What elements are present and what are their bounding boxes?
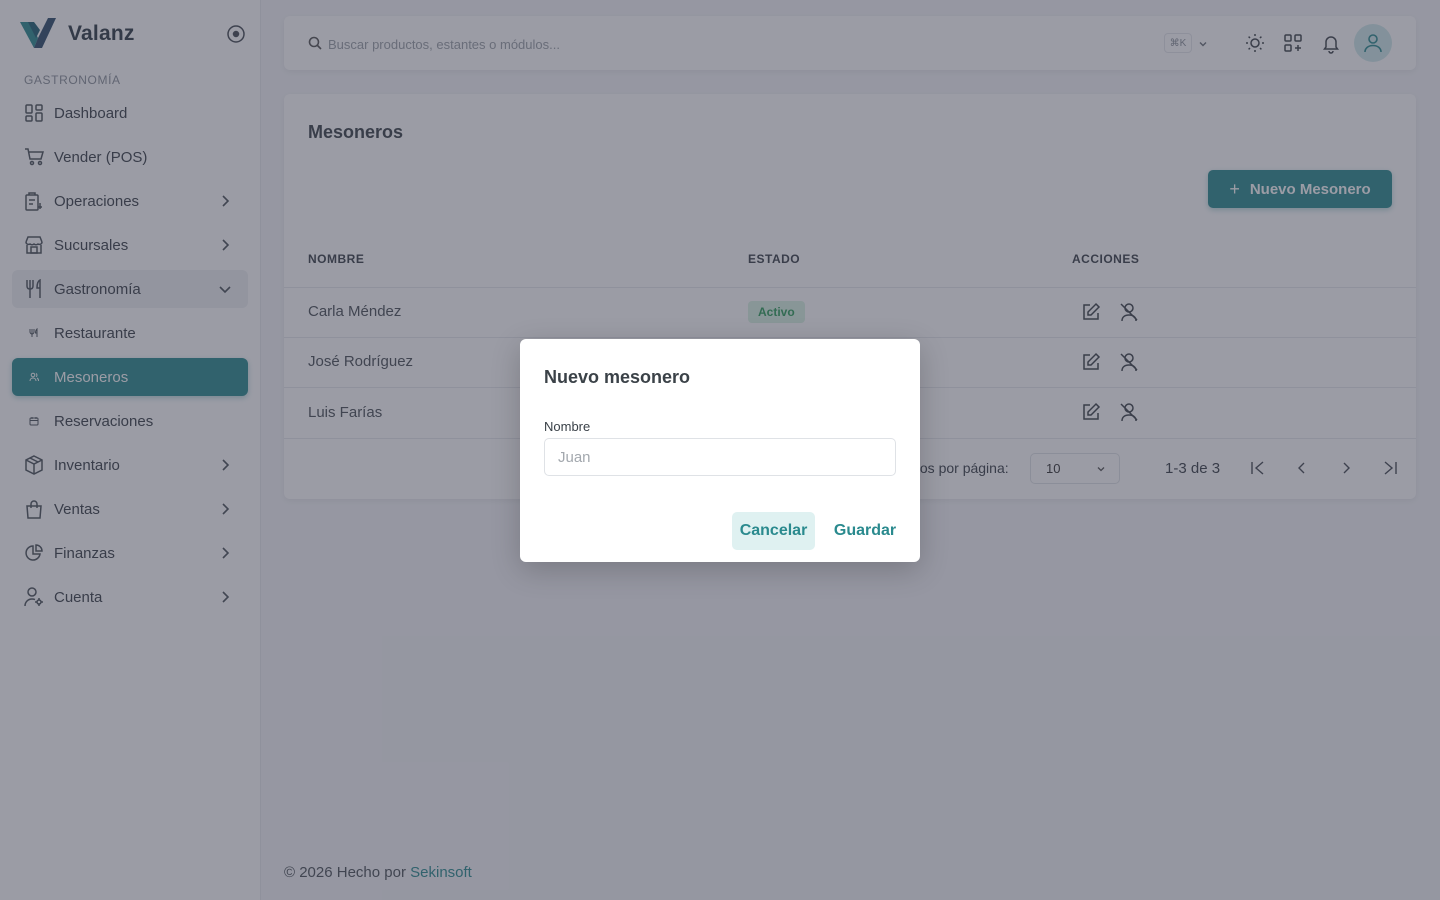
nombre-label: Nombre xyxy=(544,419,591,434)
new-mesonero-dialog: Nuevo mesonero Nombre Cancelar Guardar xyxy=(520,339,920,562)
save-button[interactable]: Guardar xyxy=(826,512,904,550)
cancel-button[interactable]: Cancelar xyxy=(732,512,815,550)
dialog-title: Nuevo mesonero xyxy=(544,367,691,387)
nombre-input[interactable] xyxy=(544,438,896,476)
